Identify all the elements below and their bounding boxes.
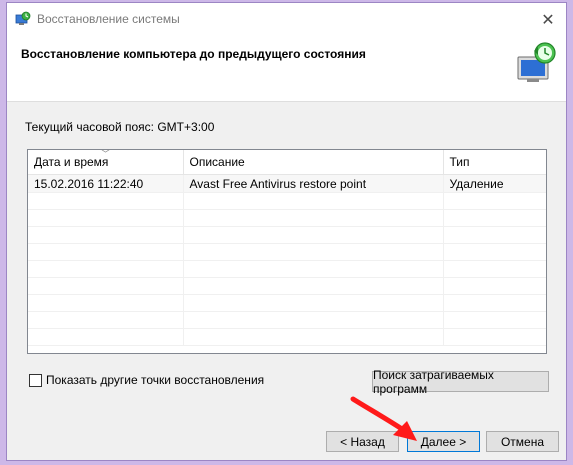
empty-row — [28, 277, 546, 295]
system-restore-icon — [517, 42, 556, 82]
wizard-header: Восстановление компьютера до предыдущего… — [7, 35, 566, 102]
column-header-type[interactable]: Тип — [443, 150, 546, 175]
sort-down-icon: ﹀ — [101, 150, 111, 160]
column-header-date[interactable]: ﹀ Дата и время — [28, 150, 184, 175]
empty-row — [28, 209, 546, 227]
window-title: Восстановление системы — [37, 12, 180, 26]
list-header: ﹀ Дата и время Описание Тип — [28, 150, 546, 175]
empty-row — [28, 328, 546, 346]
row-description: Avast Free Antivirus restore point — [183, 174, 444, 193]
annotation-arrow-icon — [350, 396, 417, 441]
empty-row — [28, 243, 546, 261]
checkbox-box[interactable] — [29, 373, 42, 387]
restore-points-list[interactable]: ﹀ Дата и время Описание Тип 15.02.2016 1… — [27, 149, 547, 354]
timezone-label: Текущий часовой пояс: GMT+3:00 — [25, 120, 215, 134]
wizard-title: Восстановление компьютера до предыдущего… — [21, 47, 366, 61]
system-restore-title-icon — [15, 11, 31, 25]
close-icon: ✕ — [541, 9, 555, 29]
row-date: 15.02.2016 11:22:40 — [28, 174, 184, 193]
show-more-points-checkbox[interactable]: Показать другие точки восстановления — [29, 373, 264, 387]
empty-row — [28, 294, 546, 312]
title-bar: Восстановление системы ✕ — [7, 3, 566, 35]
row-type: Удаление — [443, 174, 546, 193]
empty-row — [28, 311, 546, 329]
column-header-description[interactable]: Описание — [183, 150, 444, 175]
scan-affected-programs-button[interactable]: Поиск затрагиваемых программ — [372, 368, 549, 396]
checkbox-label: Показать другие точки восстановления — [46, 373, 265, 387]
table-row[interactable]: 15.02.2016 11:22:40 Avast Free Antivirus… — [28, 174, 546, 193]
cancel-button[interactable]: Отмена — [486, 431, 559, 452]
close-button[interactable]: ✕ — [538, 9, 558, 29]
empty-row — [28, 260, 546, 278]
empty-row — [28, 226, 546, 244]
system-restore-window: Восстановление системы ✕ Восстановление … — [6, 2, 567, 461]
empty-row — [28, 192, 546, 210]
